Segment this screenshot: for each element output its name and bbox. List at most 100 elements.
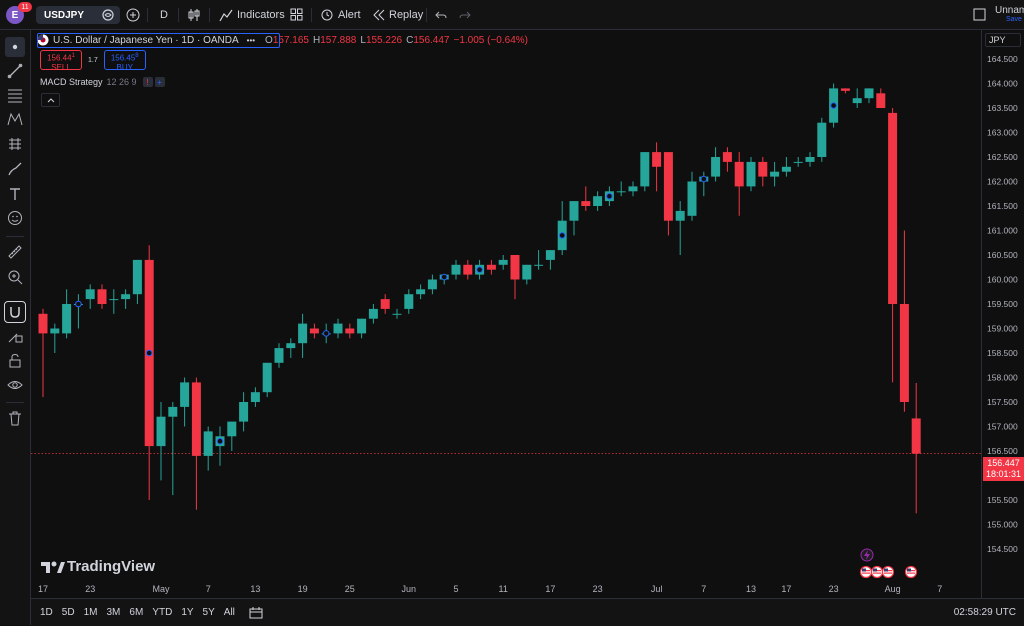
us-flag-event-icon[interactable] <box>904 565 918 579</box>
legend-title[interactable]: U.S. Dollar / Japanese Yen · 1D · OANDA <box>53 35 239 46</box>
interval-button[interactable]: D <box>160 9 168 21</box>
candle-body[interactable] <box>687 181 697 216</box>
redo-icon[interactable] <box>459 9 471 21</box>
lock-drawing-icon[interactable] <box>5 326 25 346</box>
candle-body[interactable] <box>427 279 437 290</box>
candle-body[interactable] <box>227 421 237 437</box>
candle-body[interactable] <box>569 201 579 221</box>
candle-body[interactable] <box>180 382 190 407</box>
candle-body[interactable] <box>38 313 48 334</box>
candle-body[interactable] <box>663 152 673 221</box>
add-icon[interactable]: + <box>154 77 165 87</box>
candle-body[interactable] <box>156 416 166 447</box>
candle-body[interactable] <box>711 157 721 177</box>
calendar-icon[interactable] <box>249 606 263 619</box>
us-flag-event-icon[interactable] <box>870 565 884 579</box>
alert-button[interactable]: Alert <box>338 9 361 21</box>
candle-body[interactable] <box>616 191 626 193</box>
us-flag-event-icon[interactable] <box>859 565 873 579</box>
candle-body[interactable] <box>593 196 603 206</box>
legend-more-button[interactable]: ••• <box>247 36 255 45</box>
candle-body[interactable] <box>652 152 662 167</box>
sell-button[interactable]: 156.441 SELL <box>40 50 82 72</box>
candles-icon[interactable] <box>187 8 201 22</box>
layout-name[interactable]: Unname <box>995 5 1024 16</box>
candle-body[interactable] <box>368 308 378 319</box>
strategy-signal-marker[interactable] <box>75 300 82 308</box>
trendline-icon[interactable] <box>5 61 25 81</box>
candle-body[interactable] <box>203 431 213 456</box>
replay-button[interactable]: Replay <box>389 9 423 21</box>
pattern-icon[interactable] <box>5 109 25 129</box>
text-icon[interactable] <box>5 184 25 204</box>
candle-body[interactable] <box>404 294 414 309</box>
candle-body[interactable] <box>534 264 544 266</box>
candle-body[interactable] <box>392 313 402 315</box>
candle-body[interactable] <box>121 294 131 300</box>
range-3m[interactable]: 3M <box>107 607 121 618</box>
strategy-signal-marker[interactable] <box>700 175 708 183</box>
strategy-signal-marker[interactable] <box>606 192 613 200</box>
candle-body[interactable] <box>770 171 780 177</box>
candle-body[interactable] <box>746 161 756 187</box>
symbol-search-button[interactable]: USDJPY <box>36 6 120 24</box>
magnet-icon[interactable] <box>4 301 26 323</box>
candle-body[interactable] <box>793 161 803 163</box>
fullscreen-icon[interactable] <box>973 8 986 21</box>
candle-body[interactable] <box>675 210 685 221</box>
layout-icon[interactable] <box>290 8 303 21</box>
cursor-icon[interactable] <box>5 37 25 57</box>
candle-body[interactable] <box>640 152 650 187</box>
candle-body[interactable] <box>852 98 862 104</box>
zoom-icon[interactable] <box>5 267 25 287</box>
ruler-icon[interactable] <box>5 242 25 262</box>
save-button[interactable]: Save <box>1006 16 1022 23</box>
eye-icon[interactable] <box>5 375 25 395</box>
candle-body[interactable] <box>888 112 898 305</box>
range-ytd[interactable]: YTD <box>152 607 172 618</box>
candle-body[interactable] <box>357 318 367 334</box>
candle-body[interactable] <box>380 299 390 309</box>
strategy-signal-marker[interactable] <box>440 273 448 281</box>
range-all[interactable]: All <box>224 607 235 618</box>
strategy-signal-marker[interactable] <box>476 266 483 273</box>
candle-body[interactable] <box>416 289 426 295</box>
candle-body[interactable] <box>50 328 60 334</box>
utc-clock[interactable]: 02:58:29 UTC <box>954 607 1016 618</box>
candle-body[interactable] <box>876 93 886 108</box>
candle-body[interactable] <box>817 122 827 157</box>
us-flag-event-icon[interactable] <box>881 565 895 579</box>
candle-body[interactable] <box>781 166 791 172</box>
candle-body[interactable] <box>463 264 473 275</box>
candle-body[interactable] <box>899 304 909 402</box>
candle-body[interactable] <box>109 299 119 301</box>
range-5d[interactable]: 5D <box>62 607 75 618</box>
candle-body[interactable] <box>309 328 319 334</box>
brush-icon[interactable] <box>5 159 25 179</box>
chart-pane[interactable]: 1723May7131925Jun5111723Jul7131723Aug713 <box>31 30 981 598</box>
strategy-signal-marker[interactable] <box>145 349 153 357</box>
range-1y[interactable]: 1Y <box>181 607 193 618</box>
candle-body[interactable] <box>805 157 815 162</box>
candle-body[interactable] <box>286 343 296 349</box>
buy-button[interactable]: 156.458 BUY <box>103 50 146 72</box>
candle-body[interactable] <box>911 418 921 454</box>
candle-body[interactable] <box>734 161 744 187</box>
candle-body[interactable] <box>628 186 638 192</box>
candle-body[interactable] <box>85 289 95 300</box>
candle-body[interactable] <box>333 323 343 334</box>
candle-body[interactable] <box>722 152 732 162</box>
warning-icon[interactable]: ! <box>142 77 153 87</box>
indicators-button[interactable]: Indicators <box>237 9 285 21</box>
strategy-signal-marker[interactable] <box>216 437 224 445</box>
candle-body[interactable] <box>97 289 107 304</box>
candle-body[interactable] <box>840 88 850 91</box>
indicator-legend[interactable]: MACD Strategy 12 26 9 ! + <box>40 77 165 87</box>
candle-body[interactable] <box>132 259 142 295</box>
candle-body[interactable] <box>62 304 72 334</box>
strategy-signal-marker[interactable] <box>558 232 566 239</box>
candle-body[interactable] <box>498 259 508 265</box>
undo-icon[interactable] <box>435 9 447 21</box>
candle-body[interactable] <box>250 392 260 402</box>
add-symbol-icon[interactable] <box>126 8 140 22</box>
